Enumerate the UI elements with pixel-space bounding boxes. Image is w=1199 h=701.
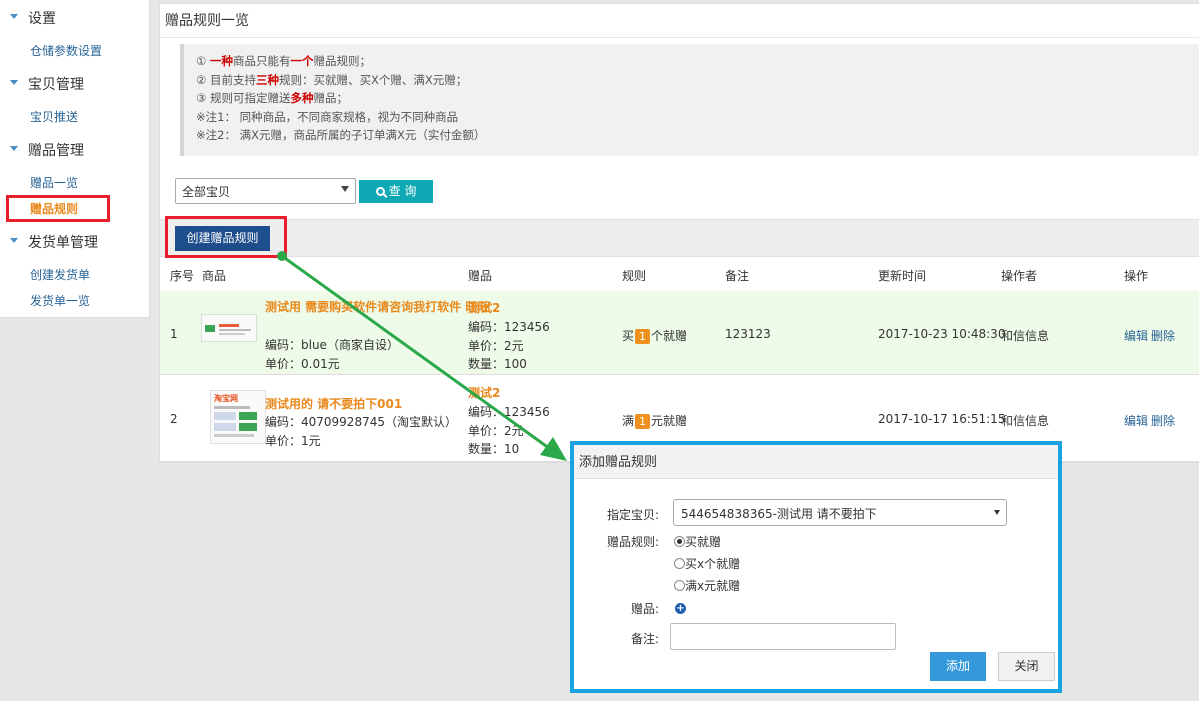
col-header-updated: 更新时间	[878, 269, 927, 283]
item-select[interactable]: 544654838365-测试用 请不要拍下	[673, 499, 1007, 526]
sidebar-group-settings[interactable]: 设置	[10, 8, 56, 28]
col-header-gift: 赠品	[468, 269, 493, 283]
divider	[160, 37, 1199, 38]
gift-quantity: 数量：100	[468, 357, 527, 371]
row-no: 2	[170, 412, 178, 426]
col-header-product: 商品	[202, 269, 227, 283]
product-name-link[interactable]: 测试用的 请不要拍下001	[265, 395, 402, 412]
product-price: 单价：0.01元	[265, 357, 340, 371]
notice-line-2: ② 目前支持三种规则：买就赠、买X个赠、满X元赠；	[196, 72, 468, 87]
caret-down-icon	[10, 13, 18, 19]
item-filter-select[interactable]: 全部宝贝	[175, 178, 356, 204]
delete-link[interactable]: 删除	[1151, 412, 1175, 429]
gift-name: 测试2	[468, 386, 501, 400]
add-button[interactable]: 添加	[930, 652, 986, 681]
gift-price: 单价：2元	[468, 424, 524, 438]
col-header-note: 备注	[725, 269, 750, 283]
sidebar-group-gifts[interactable]: 赠品管理	[10, 140, 84, 160]
dropdown-arrow-icon	[341, 186, 349, 192]
notice-line-4: ※注1： 同种商品，不同商家规格，视为不同种商品	[196, 109, 459, 124]
notice-line-5: ※注2： 满X元赠，商品所属的子订单满X元（实付金额）	[196, 128, 486, 142]
highlight-box-create-button	[165, 216, 287, 258]
sidebar-group-shipping[interactable]: 发货单管理	[10, 232, 98, 252]
gift-price: 单价：2元	[468, 339, 524, 353]
sidebar-group-items[interactable]: 宝贝管理	[10, 74, 84, 94]
modal-header: 添加赠品规则	[574, 445, 1058, 479]
product-thumbnail	[201, 314, 257, 342]
notice-box: ① 一种商品只能有一个赠品规则； ② 目前支持三种规则：买就赠、买X个赠、满X元…	[180, 44, 1199, 156]
operator-name: 和信信息	[1001, 329, 1050, 343]
product-price: 单价：1元	[265, 434, 321, 448]
sidebar-item-item-push[interactable]: 宝贝推送	[30, 108, 78, 125]
product-image-icon	[202, 315, 256, 341]
gift-quantity: 数量：10	[468, 442, 520, 456]
gift-code: 编码：123456	[468, 320, 550, 334]
main-panel: 赠品规则一览 ① 一种商品只能有一个赠品规则； ② 目前支持三种规则：买就赠、买…	[159, 3, 1199, 463]
caret-down-icon	[10, 237, 18, 243]
close-button[interactable]: 关闭	[998, 652, 1055, 681]
sidebar: 设置 仓储参数设置 宝贝管理 宝贝推送 赠品管理 赠品一览 赠品规则 发货单管理…	[0, 0, 150, 318]
gift-code: 编码：123456	[468, 405, 550, 419]
note-text: 123123	[725, 327, 771, 341]
rule-option-buy[interactable]: 买就赠	[674, 533, 721, 550]
add-gift-plus-icon[interactable]: +	[675, 603, 686, 614]
updated-time: 2017-10-17 16:51:15	[878, 412, 1006, 426]
highlight-box-gift-rules	[6, 195, 110, 222]
col-header-no: 序号	[170, 269, 195, 283]
row-no: 1	[170, 327, 178, 341]
operator-name: 和信信息	[1001, 414, 1050, 428]
rule-option-buy-x[interactable]: 买x个就赠	[674, 555, 740, 572]
taobao-logo: 淘宝网	[214, 393, 238, 403]
note-label: 备注:	[631, 632, 660, 646]
col-header-rule: 规则	[622, 269, 647, 283]
notice-line-3: ③ 规则可指定赠送多种赠品；	[196, 91, 348, 105]
rule-text: 满 1 元就赠	[622, 414, 688, 429]
col-header-actions: 操作	[1124, 269, 1149, 283]
sidebar-item-gift-list[interactable]: 赠品一览	[30, 174, 78, 191]
modal-title: 添加赠品规则	[579, 455, 658, 470]
gift-label: 赠品:	[631, 602, 660, 616]
radio-icon[interactable]	[674, 558, 685, 569]
product-image-icon: 淘宝网	[211, 391, 265, 443]
col-header-operator: 操作者	[1001, 269, 1038, 283]
rule-label: 赠品规则:	[607, 535, 660, 549]
search-button[interactable]: 查 询	[359, 180, 433, 203]
notice-line-1: ① 一种商品只能有一个赠品规则；	[196, 54, 371, 68]
rule-count-badge: 1	[635, 329, 651, 344]
dropdown-arrow-icon	[994, 510, 1000, 515]
radio-checked-icon[interactable]	[674, 536, 685, 547]
rule-text: 买 1 个就赠	[622, 329, 688, 344]
radio-icon[interactable]	[674, 580, 685, 591]
product-thumbnail: 淘宝网	[210, 390, 266, 444]
search-icon	[375, 187, 385, 196]
product-code: 编码：blue（商家自设）	[265, 338, 399, 352]
note-input[interactable]	[670, 623, 896, 650]
edit-link[interactable]: 编辑	[1124, 412, 1148, 429]
sidebar-item-shipping-list[interactable]: 发货单一览	[30, 292, 90, 309]
add-gift-rule-modal: 添加赠品规则 指定宝贝: 544654838365-测试用 请不要拍下 赠品规则…	[570, 441, 1062, 693]
sidebar-item-storage-settings[interactable]: 仓储参数设置	[30, 42, 102, 59]
product-code: 编码：40709928745（淘宝默认）	[265, 415, 457, 429]
item-label: 指定宝贝:	[607, 508, 660, 522]
toolbar: 创建赠品规则	[160, 219, 1199, 257]
delete-link[interactable]: 删除	[1151, 327, 1175, 344]
table-row: 1 测试用 需要购买软件请咨询我打软件 旺旺 编码：blue（商家自设） 单价：…	[160, 291, 1199, 375]
edit-link[interactable]: 编辑	[1124, 327, 1148, 344]
rule-option-spend-x[interactable]: 满x元就赠	[674, 577, 740, 594]
page-title: 赠品规则一览	[165, 13, 249, 29]
updated-time: 2017-10-23 10:48:30	[878, 327, 1006, 341]
gift-name: 测试2	[468, 301, 501, 315]
caret-down-icon	[10, 79, 18, 85]
rule-count-badge: 1	[635, 414, 651, 429]
caret-down-icon	[10, 145, 18, 151]
sidebar-item-create-shipping[interactable]: 创建发货单	[30, 266, 90, 283]
